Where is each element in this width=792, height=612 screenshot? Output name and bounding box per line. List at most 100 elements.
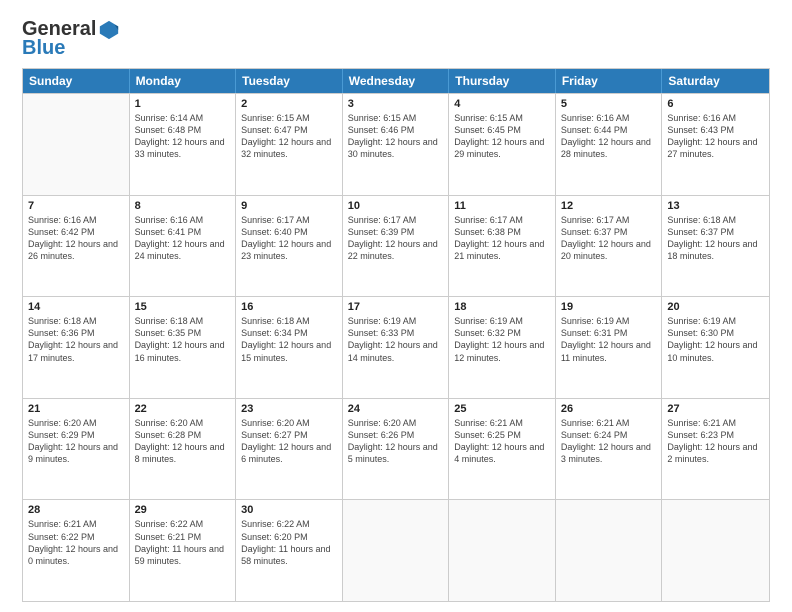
col-monday: Monday [130,69,237,93]
cal-cell-day-13: 13 Sunrise: 6:18 AM Sunset: 6:37 PM Dayl… [662,196,769,297]
day-number: 11 [454,200,550,212]
day-number: 24 [348,403,444,415]
logo: General Blue [22,18,120,60]
cal-week-5: 28 Sunrise: 6:21 AM Sunset: 6:22 PM Dayl… [23,499,769,601]
day-info: Sunrise: 6:17 AM Sunset: 6:40 PM Dayligh… [241,214,337,263]
day-info: Sunrise: 6:20 AM Sunset: 6:26 PM Dayligh… [348,417,444,466]
day-number: 21 [28,403,124,415]
day-info: Sunrise: 6:16 AM Sunset: 6:43 PM Dayligh… [667,112,764,161]
cal-week-3: 14 Sunrise: 6:18 AM Sunset: 6:36 PM Dayl… [23,296,769,398]
cal-cell-empty [662,500,769,601]
day-number: 17 [348,301,444,313]
day-number: 26 [561,403,657,415]
day-number: 16 [241,301,337,313]
day-info: Sunrise: 6:16 AM Sunset: 6:44 PM Dayligh… [561,112,657,161]
day-info: Sunrise: 6:21 AM Sunset: 6:23 PM Dayligh… [667,417,764,466]
header: General Blue [22,18,770,60]
cal-cell-empty [343,500,450,601]
cal-cell-day-6: 6 Sunrise: 6:16 AM Sunset: 6:43 PM Dayli… [662,94,769,195]
day-number: 27 [667,403,764,415]
day-info: Sunrise: 6:17 AM Sunset: 6:37 PM Dayligh… [561,214,657,263]
day-number: 5 [561,98,657,110]
day-info: Sunrise: 6:20 AM Sunset: 6:27 PM Dayligh… [241,417,337,466]
cal-week-2: 7 Sunrise: 6:16 AM Sunset: 6:42 PM Dayli… [23,195,769,297]
cal-cell-day-11: 11 Sunrise: 6:17 AM Sunset: 6:38 PM Dayl… [449,196,556,297]
day-number: 9 [241,200,337,212]
cal-cell-day-9: 9 Sunrise: 6:17 AM Sunset: 6:40 PM Dayli… [236,196,343,297]
day-info: Sunrise: 6:17 AM Sunset: 6:38 PM Dayligh… [454,214,550,263]
calendar-body: 1 Sunrise: 6:14 AM Sunset: 6:48 PM Dayli… [23,93,769,601]
day-info: Sunrise: 6:18 AM Sunset: 6:34 PM Dayligh… [241,315,337,364]
cal-cell-day-21: 21 Sunrise: 6:20 AM Sunset: 6:29 PM Dayl… [23,399,130,500]
day-number: 6 [667,98,764,110]
day-number: 7 [28,200,124,212]
cal-cell-day-26: 26 Sunrise: 6:21 AM Sunset: 6:24 PM Dayl… [556,399,663,500]
day-info: Sunrise: 6:17 AM Sunset: 6:39 PM Dayligh… [348,214,444,263]
day-number: 18 [454,301,550,313]
cal-cell-empty [556,500,663,601]
logo-blue-text: Blue [22,37,65,60]
col-wednesday: Wednesday [343,69,450,93]
cal-cell-day-29: 29 Sunrise: 6:22 AM Sunset: 6:21 PM Dayl… [130,500,237,601]
day-info: Sunrise: 6:15 AM Sunset: 6:47 PM Dayligh… [241,112,337,161]
cal-cell-day-18: 18 Sunrise: 6:19 AM Sunset: 6:32 PM Dayl… [449,297,556,398]
cal-cell-day-19: 19 Sunrise: 6:19 AM Sunset: 6:31 PM Dayl… [556,297,663,398]
day-info: Sunrise: 6:16 AM Sunset: 6:41 PM Dayligh… [135,214,231,263]
day-info: Sunrise: 6:21 AM Sunset: 6:22 PM Dayligh… [28,518,124,567]
day-info: Sunrise: 6:21 AM Sunset: 6:25 PM Dayligh… [454,417,550,466]
cal-cell-day-2: 2 Sunrise: 6:15 AM Sunset: 6:47 PM Dayli… [236,94,343,195]
day-info: Sunrise: 6:22 AM Sunset: 6:21 PM Dayligh… [135,518,231,567]
cal-cell-day-15: 15 Sunrise: 6:18 AM Sunset: 6:35 PM Dayl… [130,297,237,398]
cal-cell-day-4: 4 Sunrise: 6:15 AM Sunset: 6:45 PM Dayli… [449,94,556,195]
day-number: 3 [348,98,444,110]
cal-cell-empty [23,94,130,195]
col-sunday: Sunday [23,69,130,93]
cal-cell-day-3: 3 Sunrise: 6:15 AM Sunset: 6:46 PM Dayli… [343,94,450,195]
day-number: 13 [667,200,764,212]
day-number: 19 [561,301,657,313]
cal-cell-day-12: 12 Sunrise: 6:17 AM Sunset: 6:37 PM Dayl… [556,196,663,297]
day-info: Sunrise: 6:15 AM Sunset: 6:45 PM Dayligh… [454,112,550,161]
cal-cell-day-8: 8 Sunrise: 6:16 AM Sunset: 6:41 PM Dayli… [130,196,237,297]
day-info: Sunrise: 6:22 AM Sunset: 6:20 PM Dayligh… [241,518,337,567]
day-number: 10 [348,200,444,212]
day-info: Sunrise: 6:19 AM Sunset: 6:31 PM Dayligh… [561,315,657,364]
day-info: Sunrise: 6:20 AM Sunset: 6:29 PM Dayligh… [28,417,124,466]
day-info: Sunrise: 6:19 AM Sunset: 6:30 PM Dayligh… [667,315,764,364]
day-number: 12 [561,200,657,212]
day-number: 8 [135,200,231,212]
cal-week-4: 21 Sunrise: 6:20 AM Sunset: 6:29 PM Dayl… [23,398,769,500]
day-number: 1 [135,98,231,110]
cal-week-1: 1 Sunrise: 6:14 AM Sunset: 6:48 PM Dayli… [23,93,769,195]
day-number: 22 [135,403,231,415]
day-number: 20 [667,301,764,313]
cal-cell-day-30: 30 Sunrise: 6:22 AM Sunset: 6:20 PM Dayl… [236,500,343,601]
day-number: 15 [135,301,231,313]
col-thursday: Thursday [449,69,556,93]
day-number: 29 [135,504,231,516]
day-number: 30 [241,504,337,516]
cal-cell-day-17: 17 Sunrise: 6:19 AM Sunset: 6:33 PM Dayl… [343,297,450,398]
cal-cell-day-5: 5 Sunrise: 6:16 AM Sunset: 6:44 PM Dayli… [556,94,663,195]
day-info: Sunrise: 6:19 AM Sunset: 6:33 PM Dayligh… [348,315,444,364]
day-number: 4 [454,98,550,110]
cal-cell-empty [449,500,556,601]
cal-cell-day-10: 10 Sunrise: 6:17 AM Sunset: 6:39 PM Dayl… [343,196,450,297]
page: General Blue Sunday Monday Tuesday Wedne… [0,0,792,612]
cal-cell-day-25: 25 Sunrise: 6:21 AM Sunset: 6:25 PM Dayl… [449,399,556,500]
cal-cell-day-20: 20 Sunrise: 6:19 AM Sunset: 6:30 PM Dayl… [662,297,769,398]
day-number: 2 [241,98,337,110]
day-number: 25 [454,403,550,415]
day-info: Sunrise: 6:18 AM Sunset: 6:36 PM Dayligh… [28,315,124,364]
logo-icon [98,19,120,41]
day-info: Sunrise: 6:14 AM Sunset: 6:48 PM Dayligh… [135,112,231,161]
calendar: Sunday Monday Tuesday Wednesday Thursday… [22,68,770,602]
cal-cell-day-28: 28 Sunrise: 6:21 AM Sunset: 6:22 PM Dayl… [23,500,130,601]
cal-cell-day-27: 27 Sunrise: 6:21 AM Sunset: 6:23 PM Dayl… [662,399,769,500]
col-tuesday: Tuesday [236,69,343,93]
day-info: Sunrise: 6:15 AM Sunset: 6:46 PM Dayligh… [348,112,444,161]
cal-cell-day-24: 24 Sunrise: 6:20 AM Sunset: 6:26 PM Dayl… [343,399,450,500]
col-friday: Friday [556,69,663,93]
cal-cell-day-7: 7 Sunrise: 6:16 AM Sunset: 6:42 PM Dayli… [23,196,130,297]
day-info: Sunrise: 6:20 AM Sunset: 6:28 PM Dayligh… [135,417,231,466]
